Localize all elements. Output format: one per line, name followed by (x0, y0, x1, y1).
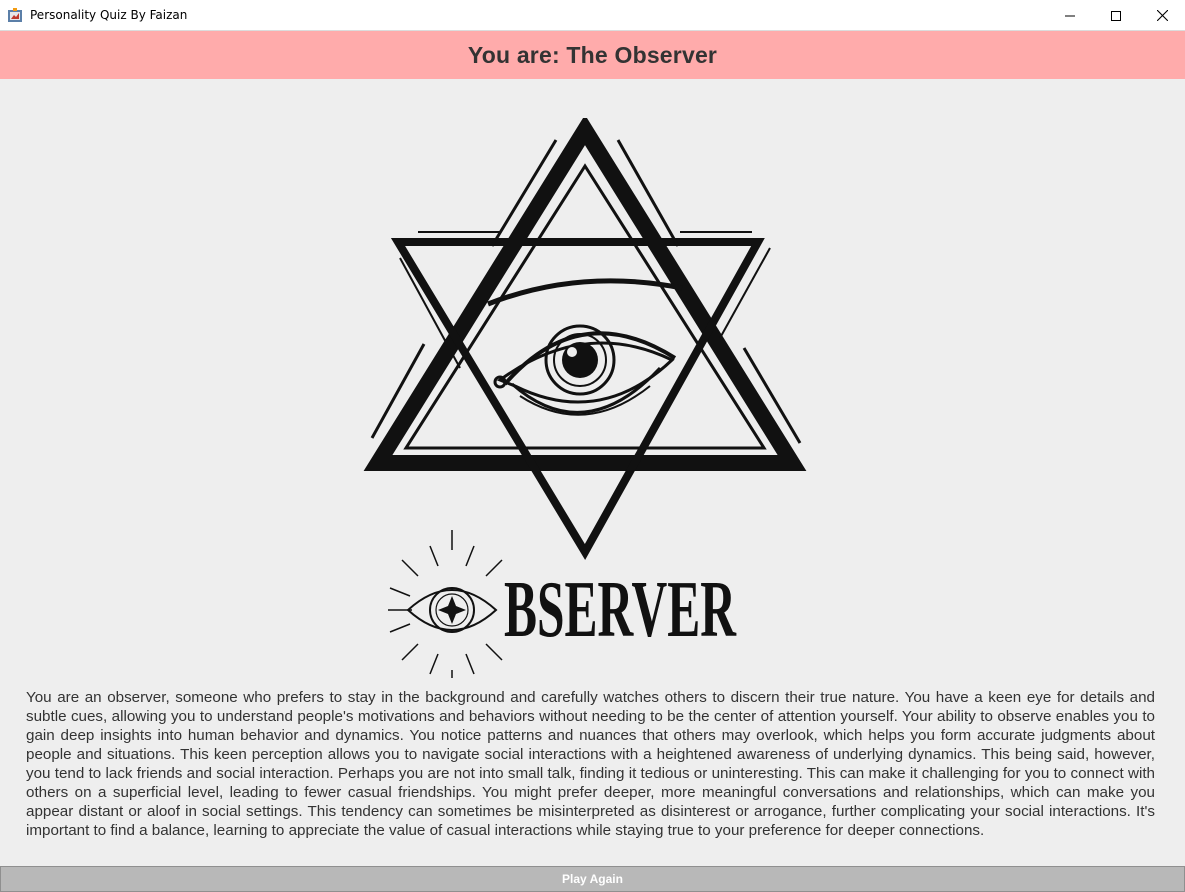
minimize-button[interactable] (1047, 0, 1093, 31)
observer-logo-text: BSERVER (504, 566, 737, 654)
play-again-button[interactable]: Play Again (0, 866, 1185, 892)
eye-icon (487, 278, 683, 416)
result-header: You are: The Observer (0, 31, 1185, 79)
window-title: Personality Quiz By Faizan (30, 8, 188, 22)
result-title: You are: The Observer (467, 41, 718, 68)
app-icon (8, 8, 22, 22)
close-icon (1156, 10, 1168, 21)
result-description: You are an observer, someone who prefers… (26, 689, 1155, 839)
observer-illustration: BSERVER (363, 118, 807, 678)
window-titlebar[interactable]: Personality Quiz By Faizan (0, 0, 1185, 31)
hexagram-icon (363, 118, 807, 560)
minimize-icon (1065, 15, 1075, 16)
maximize-icon (1111, 10, 1121, 21)
eye-emblem-icon (388, 530, 503, 678)
maximize-button[interactable] (1093, 0, 1139, 31)
close-button[interactable] (1139, 0, 1185, 31)
